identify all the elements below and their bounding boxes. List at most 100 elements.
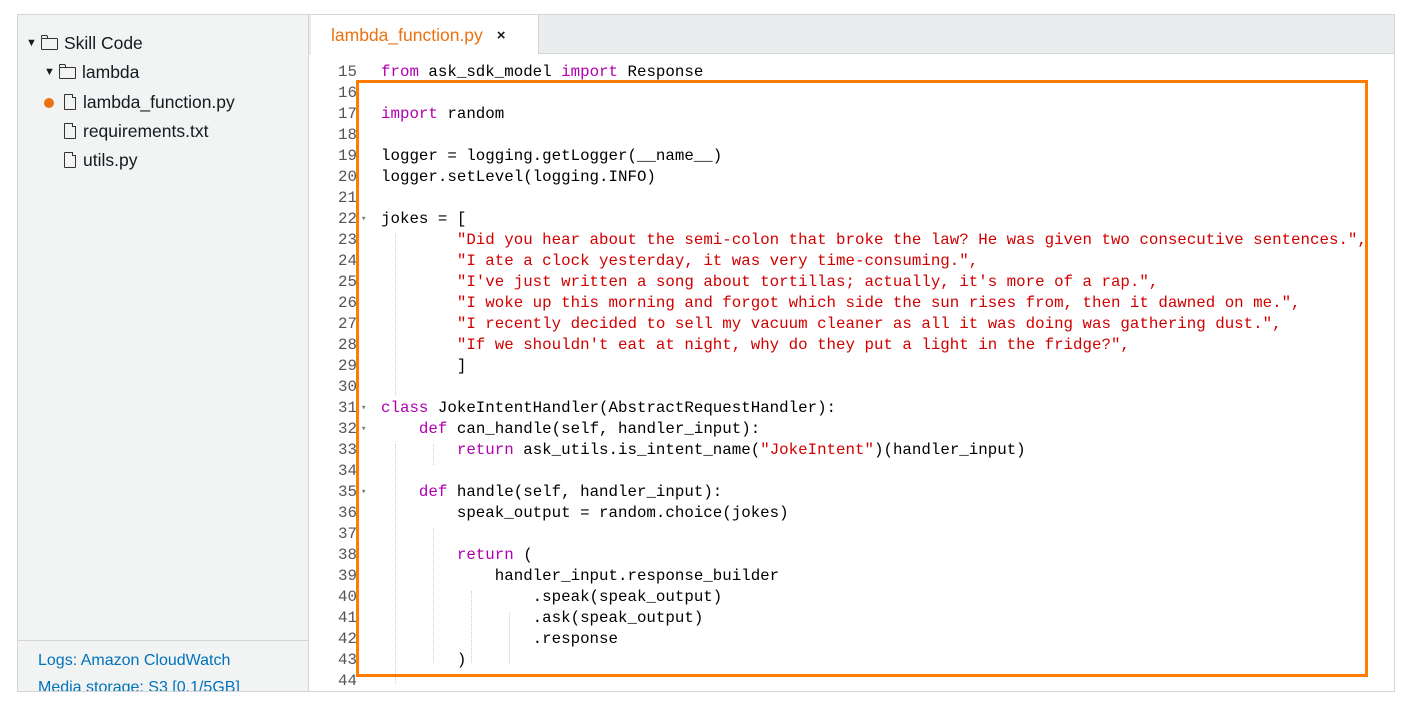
code-token: ] xyxy=(381,357,467,375)
code-line[interactable]: 15 from ask_sdk_model import Response xyxy=(309,62,1394,83)
fold-toggle-icon[interactable]: ▾ xyxy=(361,482,366,503)
code-text: "I recently decided to sell my vacuum cl… xyxy=(381,314,1282,335)
tree-item-label: lambda_function.py xyxy=(83,91,235,112)
code-token: handler_input.response_builder xyxy=(381,567,780,585)
code-token: handle(self, handler_input): xyxy=(447,483,723,501)
code-line[interactable]: 31 ▾ class JokeIntentHandler(AbstractReque… xyxy=(309,398,1394,419)
code-line[interactable]: 17 import random xyxy=(309,104,1394,125)
code-line[interactable]: 22 ▾ jokes = [ xyxy=(309,209,1394,230)
code-token: )(handler_input) xyxy=(873,441,1026,459)
code-line[interactable]: 37 xyxy=(309,524,1394,545)
code-string: "I ate a clock yesterday, it was very ti… xyxy=(456,252,979,270)
code-token: ( xyxy=(513,546,533,564)
line-number: 18 xyxy=(338,126,357,144)
indent-guide xyxy=(395,234,396,395)
folder-icon xyxy=(40,35,58,50)
code-line[interactable]: 16 xyxy=(309,83,1394,104)
code-text: jokes = [ xyxy=(381,209,466,230)
code-text: from ask_sdk_model import Response xyxy=(381,62,703,83)
fold-toggle-icon[interactable]: ▾ xyxy=(361,398,366,419)
code-string: "I've just written a song about tortilla… xyxy=(456,273,1159,291)
code-keyword: from xyxy=(381,63,419,81)
code-line[interactable]: 18 xyxy=(309,125,1394,146)
code-text: "I woke up this morning and forgot which… xyxy=(381,293,1301,314)
line-number: 28 xyxy=(338,336,357,354)
code-text: .ask(speak_output) xyxy=(381,608,704,629)
code-line[interactable]: 28 "If we shouldn't eat at night, why do… xyxy=(309,335,1394,356)
code-string: "I recently decided to sell my vacuum cl… xyxy=(456,315,1282,333)
unsaved-changes-dot xyxy=(44,98,54,108)
line-number: 15 xyxy=(338,63,357,81)
code-line[interactable]: 32 ▾ def can_handle(self, handler_input): xyxy=(309,419,1394,440)
line-number: 32 xyxy=(338,420,357,438)
code-keyword: return xyxy=(456,546,514,564)
code-line[interactable]: 33 return ask_utils.is_intent_name("Joke… xyxy=(309,440,1394,461)
code-line[interactable]: 21 xyxy=(309,188,1394,209)
media-storage-link[interactable]: Media storage: S3 [0.1/5GB] xyxy=(38,679,240,691)
logs-cloudwatch-link[interactable]: Logs: Amazon CloudWatch xyxy=(38,652,230,670)
code-line[interactable]: 25 "I've just written a song about torti… xyxy=(309,272,1394,293)
code-token: .ask(speak_output) xyxy=(381,609,704,627)
line-number: 29 xyxy=(338,357,357,375)
code-line[interactable]: 30 xyxy=(309,377,1394,398)
code-line[interactable]: 44 xyxy=(309,671,1394,691)
code-line[interactable]: 26 "I woke up this morning and forgot wh… xyxy=(309,293,1394,314)
tab-label: lambda_function.py xyxy=(331,24,483,45)
line-number: 44 xyxy=(338,672,357,690)
code-editor[interactable]: 15 from ask_sdk_model import Response 16 17… xyxy=(309,54,1394,691)
tree-folder-lambda[interactable]: ▼ lambda xyxy=(44,59,139,85)
code-text: logger.setLevel(logging.INFO) xyxy=(381,167,656,188)
code-keyword: import xyxy=(561,63,619,81)
indent-guide xyxy=(509,612,510,663)
line-number: 16 xyxy=(338,84,357,102)
code-line[interactable]: 19 logger = logging.getLogger(__name__) xyxy=(309,146,1394,167)
chevron-down-icon[interactable]: ▼ xyxy=(44,66,56,78)
code-line[interactable]: 29 ] xyxy=(309,356,1394,377)
tree-file-lambda-function[interactable]: lambda_function.py xyxy=(64,89,235,115)
file-icon xyxy=(64,122,77,139)
line-number: 36 xyxy=(338,504,357,522)
chevron-down-icon[interactable]: ▼ xyxy=(26,37,38,49)
tree-item-label: requirements.txt xyxy=(83,120,209,141)
fold-toggle-icon[interactable]: ▾ xyxy=(361,209,366,230)
code-text: class JokeIntentHandler(AbstractRequestH… xyxy=(381,398,836,419)
tree-folder-skill-code[interactable]: ▼ Skill Code xyxy=(26,30,143,56)
code-line[interactable]: 27 "I recently decided to sell my vacuum… xyxy=(309,314,1394,335)
line-number: 38 xyxy=(338,546,357,564)
code-line[interactable]: 34 xyxy=(309,461,1394,482)
code-text: ] xyxy=(381,356,467,377)
close-icon[interactable]: × xyxy=(497,27,506,44)
code-token: logger.setLevel(logging.INFO) xyxy=(381,168,656,186)
code-line[interactable]: 38 return ( xyxy=(309,545,1394,566)
code-line[interactable]: 20 logger.setLevel(logging.INFO) xyxy=(309,167,1394,188)
code-text: return ask_utils.is_intent_name("JokeInt… xyxy=(381,440,1026,461)
code-token: can_handle(self, handler_input): xyxy=(447,420,761,438)
code-line[interactable]: 24 "I ate a clock yesterday, it was very… xyxy=(309,251,1394,272)
code-line[interactable]: 39 handler_input.response_builder xyxy=(309,566,1394,587)
code-token: ask_utils.is_intent_name( xyxy=(513,441,761,459)
code-text: "If we shouldn't eat at night, why do th… xyxy=(381,335,1130,356)
code-line[interactable]: 23 "Did you hear about the semi-colon th… xyxy=(309,230,1394,251)
fold-toggle-icon[interactable]: ▾ xyxy=(361,419,366,440)
code-line[interactable]: 36 speak_output = random.choice(jokes) xyxy=(309,503,1394,524)
editor-tab-bar: lambda_function.py × xyxy=(309,15,1394,55)
file-icon xyxy=(64,93,77,110)
tab-lambda-function[interactable]: lambda_function.py × xyxy=(311,15,539,55)
tree-file-requirements[interactable]: requirements.txt xyxy=(64,118,208,144)
tree-file-utils[interactable]: utils.py xyxy=(64,147,137,173)
code-keyword: import xyxy=(381,105,438,123)
code-token: JokeIntentHandler(AbstractRequestHandler… xyxy=(428,399,837,417)
code-line[interactable]: 35 ▾ def handle(self, handler_input): xyxy=(309,482,1394,503)
code-keyword: def xyxy=(418,420,448,438)
line-number: 27 xyxy=(338,315,357,333)
tree-item-label: utils.py xyxy=(83,149,138,170)
code-token: ask_sdk_model xyxy=(418,63,562,81)
line-number: 31 xyxy=(338,399,357,417)
code-text: logger = logging.getLogger(__name__) xyxy=(381,146,722,167)
folder-icon xyxy=(58,64,76,79)
